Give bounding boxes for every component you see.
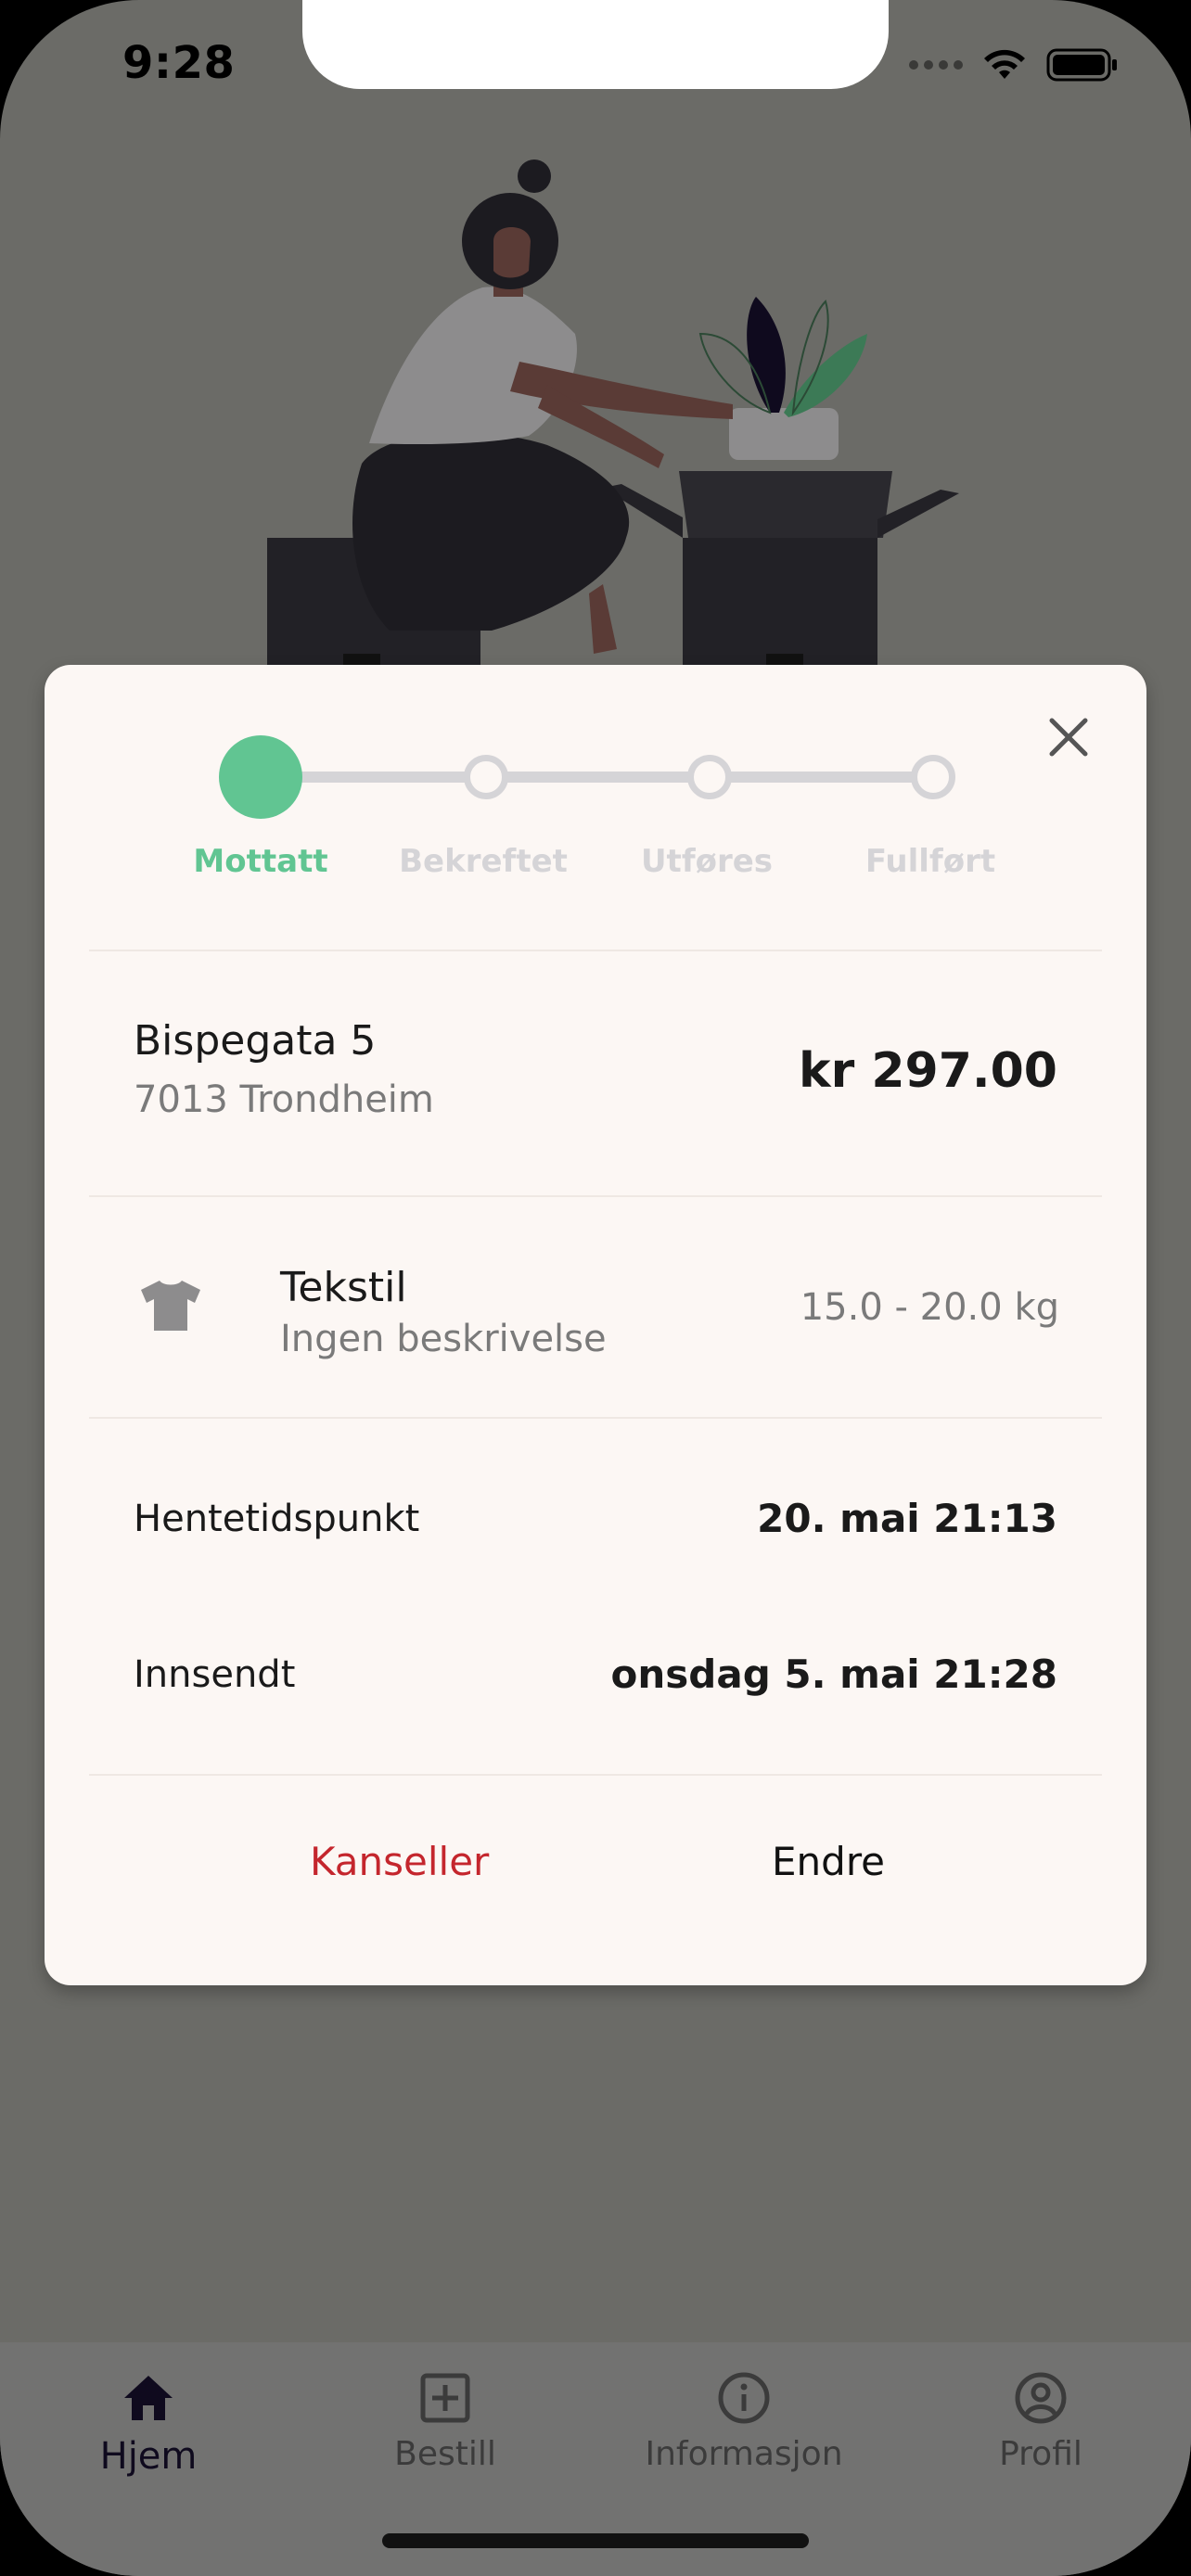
- notch: [302, 0, 889, 89]
- pickup-time-label: Hentetidspunkt: [134, 1498, 420, 1540]
- step-dot-mottatt: [219, 735, 302, 819]
- tab-label-informasjon: Informasjon: [645, 2435, 843, 2473]
- tab-bestill[interactable]: Bestill: [325, 2368, 566, 2473]
- home-icon: [124, 2376, 173, 2420]
- pickup-time-value: 20. mai 21:13: [757, 1496, 1057, 1541]
- step-dot-fullfort: [911, 755, 955, 799]
- order-progress-stepper: Mottatt Bekreftet Utføres Fullført: [45, 735, 1146, 880]
- step-dot-bekreftet: [464, 755, 508, 799]
- submitted-value: onsdag 5. mai 21:28: [610, 1651, 1057, 1697]
- tab-hjem[interactable]: Hjem: [28, 2368, 269, 2478]
- info-icon: [718, 2372, 770, 2424]
- order-details-card: Mottatt Bekreftet Utføres Fullført Bispe…: [45, 665, 1146, 1985]
- divider: [89, 1774, 1102, 1776]
- step-label-fullfort: Fullført: [864, 843, 996, 880]
- edit-order-button[interactable]: Endre: [772, 1839, 885, 1884]
- wifi-icon: [984, 49, 1025, 79]
- step-label-bekreftet: Bekreftet: [399, 843, 568, 880]
- address-street: Bispegata 5: [134, 1017, 377, 1065]
- stepper-track: [260, 772, 928, 783]
- item-description: Ingen beskrivelse: [280, 1318, 607, 1360]
- divider: [89, 1195, 1102, 1197]
- profile-icon: [1015, 2372, 1067, 2424]
- phone-screen: 9:28 Mottatt Bekreftet Utføres Fullført …: [0, 0, 1191, 2576]
- home-indicator[interactable]: [382, 2533, 809, 2548]
- status-time: 9:28: [122, 37, 236, 89]
- submitted-label: Innsendt: [134, 1653, 296, 1696]
- divider: [89, 950, 1102, 951]
- signal-icon: [909, 60, 963, 70]
- step-dot-utfores: [687, 755, 732, 799]
- item-name: Tekstil: [280, 1264, 407, 1311]
- divider: [89, 1417, 1102, 1419]
- tab-label-hjem: Hjem: [99, 2435, 198, 2478]
- step-label-utfores: Utføres: [640, 843, 774, 880]
- tab-informasjon[interactable]: Informasjon: [623, 2368, 864, 2473]
- tab-label-profil: Profil: [999, 2435, 1082, 2473]
- plus-square-icon: [420, 2373, 470, 2423]
- address-city: 7013 Trondheim: [134, 1078, 434, 1121]
- status-icons: [909, 43, 1119, 87]
- tab-profil[interactable]: Profil: [920, 2368, 1161, 2473]
- cancel-order-button[interactable]: Kanseller: [310, 1839, 489, 1884]
- item-weight: 15.0 - 20.0 kg: [800, 1286, 1059, 1329]
- step-label-mottatt: Mottatt: [193, 843, 328, 880]
- battery-icon: [1046, 48, 1117, 82]
- tshirt-icon: [141, 1281, 200, 1331]
- order-price: kr 297.00: [799, 1043, 1057, 1099]
- tab-label-bestill: Bestill: [394, 2435, 496, 2473]
- delivery-illustration: [267, 159, 959, 668]
